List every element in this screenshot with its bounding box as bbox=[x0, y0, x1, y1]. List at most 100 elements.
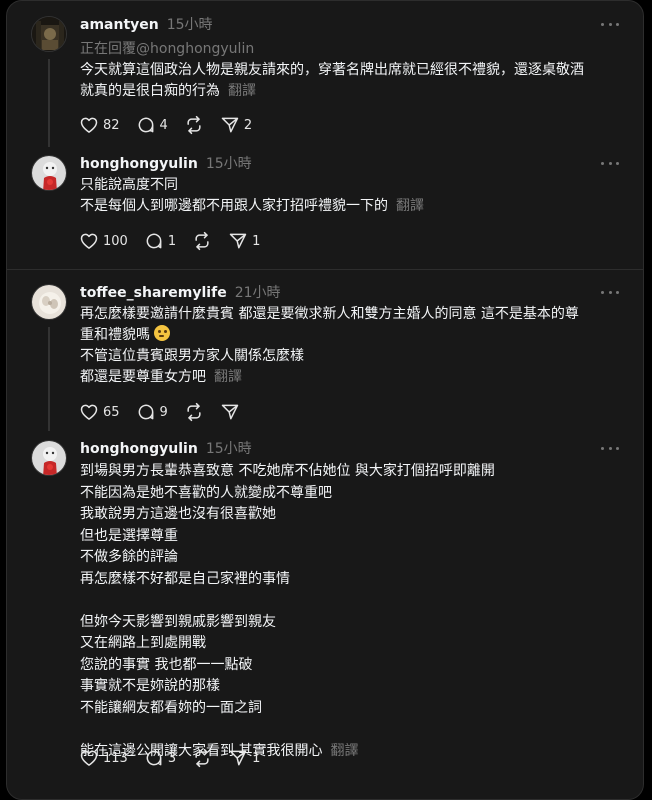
post-text-line: 不管這位貴賓跟男方家人關係怎麼樣 bbox=[80, 348, 304, 364]
post-text-line: 不做多餘的評論 bbox=[80, 549, 178, 565]
reply-count: 4 bbox=[159, 117, 168, 133]
avatar[interactable] bbox=[31, 440, 67, 476]
repost-icon bbox=[187, 402, 201, 422]
timestamp[interactable]: 15小時 bbox=[206, 438, 252, 458]
reply-button[interactable]: 9 bbox=[136, 401, 168, 423]
username[interactable]: honghongyulin bbox=[80, 156, 198, 172]
translate-link[interactable]: 翻譯 bbox=[228, 83, 256, 99]
share-count: 1 bbox=[252, 750, 261, 766]
like-count: 65 bbox=[103, 404, 120, 420]
post-text-line: 都還是要尊重女方吧 bbox=[80, 369, 206, 385]
post-text-line: 但也是選擇尊重 bbox=[80, 527, 178, 544]
share-count: 2 bbox=[243, 117, 253, 133]
post-text-line: 再怎麼樣要邀請什麼貴賓 都還是要徵求新人和雙方主婚人的同意 這不是基本的尊 bbox=[80, 306, 579, 322]
post-text-line: 就真的是很白痴的行為 bbox=[80, 83, 220, 99]
post-text-line: 重和禮貌嗎 bbox=[80, 327, 150, 343]
post-text-line: 您說的事實 我也都一一點破 bbox=[80, 656, 253, 673]
post-header: amantyen 15小時 bbox=[80, 14, 213, 34]
thread-panel: amantyen 15小時 正在回覆@honghongyulin 今天就算這個政… bbox=[6, 0, 644, 800]
like-button[interactable]: 65 bbox=[79, 401, 120, 423]
post-text-line: 不能讓網友都看妳的一面之詞 bbox=[80, 699, 262, 716]
repost-icon bbox=[195, 748, 209, 768]
timestamp[interactable]: 15小時 bbox=[167, 14, 213, 34]
translate-link[interactable]: 翻譯 bbox=[214, 369, 242, 385]
comment-icon bbox=[146, 233, 162, 249]
comment-icon bbox=[146, 750, 162, 766]
post-text-line: 但妳今天影響到親戚影響到親友 bbox=[80, 613, 276, 630]
action-bar: 65 9 bbox=[79, 401, 256, 423]
repost-button[interactable] bbox=[184, 114, 204, 136]
send-icon bbox=[229, 233, 247, 249]
post-header: honghongyulin 15小時 bbox=[80, 438, 252, 458]
like-count: 82 bbox=[103, 117, 120, 133]
post-text-line: 到場與男方長輩恭喜致意 不吃她席不佔她位 與大家打個招呼即離開 bbox=[80, 463, 495, 479]
heart-icon bbox=[80, 404, 98, 420]
more-icon[interactable] bbox=[601, 439, 619, 457]
like-count: 100 bbox=[103, 233, 128, 249]
action-bar: 82 4 2 bbox=[79, 114, 268, 136]
more-icon[interactable] bbox=[601, 15, 619, 33]
more-icon[interactable] bbox=[601, 283, 619, 301]
post-text-line: 又在網路上到處開戰 bbox=[80, 635, 206, 651]
thinking-emoji-icon bbox=[154, 325, 171, 341]
post-body: 再怎麼樣要邀請什麼貴賓 都還是要徵求新人和雙方主婚人的同意 這不是基本的尊 重和… bbox=[80, 304, 613, 388]
post-text-line: 事實就不是妳說的那樣 bbox=[80, 678, 220, 694]
comment-icon bbox=[138, 117, 153, 133]
translate-link[interactable]: 翻譯 bbox=[396, 198, 424, 214]
reply-count: 1 bbox=[167, 233, 177, 249]
post-text-line: 不是每個人到哪邊都不用跟人家打招呼禮貌一下的 bbox=[80, 198, 388, 214]
heart-icon bbox=[80, 750, 98, 766]
share-button[interactable]: 2 bbox=[220, 114, 252, 136]
thread-line bbox=[48, 327, 50, 431]
repost-icon bbox=[195, 231, 209, 251]
action-bar: 100 1 1 bbox=[79, 230, 276, 252]
share-count: 1 bbox=[252, 233, 261, 249]
translate-link[interactable]: 翻譯 bbox=[330, 743, 358, 759]
timestamp[interactable]: 15小時 bbox=[206, 153, 252, 173]
post-text-line: 再怎麼樣不好都是自己家裡的事情 bbox=[80, 570, 290, 587]
thread-line bbox=[48, 59, 50, 147]
post-text-line: 今天就算這個政治人物是親友請來的，穿著名牌出席就已經很不禮貌，還逐桌敬酒 bbox=[80, 62, 584, 78]
reply-button[interactable]: 3 bbox=[144, 747, 176, 769]
post-body: 到場與男方長輩恭喜致意 不吃她席不佔她位 與大家打個招呼即離開 不能因為是她不喜… bbox=[80, 461, 613, 762]
heart-icon bbox=[80, 117, 98, 133]
post-header: toffee_sharemylife 21小時 bbox=[80, 282, 281, 302]
post-text-line: 不能因為是她不喜歡的人就變成不尊重吧 bbox=[80, 484, 332, 501]
timestamp[interactable]: 21小時 bbox=[235, 282, 281, 302]
heart-icon bbox=[80, 233, 98, 249]
reply-to-label[interactable]: 正在回覆@honghongyulin bbox=[80, 38, 254, 58]
share-button[interactable]: 1 bbox=[228, 747, 260, 769]
like-button[interactable]: 100 bbox=[79, 230, 128, 252]
reply-count: 9 bbox=[159, 404, 168, 420]
avatar[interactable] bbox=[31, 284, 67, 320]
avatar[interactable] bbox=[31, 155, 67, 191]
avatar[interactable] bbox=[31, 16, 67, 52]
repost-button[interactable] bbox=[184, 401, 204, 423]
like-button[interactable]: 113 bbox=[79, 747, 128, 769]
comment-icon bbox=[138, 404, 153, 420]
post-body: 今天就算這個政治人物是親友請來的，穿著名牌出席就已經很不禮貌，還逐桌敬酒 就真的… bbox=[80, 60, 613, 102]
send-icon bbox=[229, 750, 247, 766]
action-bar: 113 3 1 bbox=[79, 747, 276, 769]
share-button[interactable]: 1 bbox=[228, 230, 260, 252]
reply-button[interactable]: 4 bbox=[136, 114, 168, 136]
repost-button[interactable] bbox=[192, 747, 212, 769]
username[interactable]: toffee_sharemylife bbox=[80, 285, 227, 301]
reply-count: 3 bbox=[167, 750, 177, 766]
username[interactable]: amantyen bbox=[80, 17, 159, 33]
share-button[interactable] bbox=[220, 401, 240, 423]
post-text-line: 只能說高度不同 bbox=[80, 177, 178, 193]
repost-button[interactable] bbox=[192, 230, 212, 252]
like-count: 113 bbox=[103, 750, 128, 766]
more-icon[interactable] bbox=[601, 154, 619, 172]
username[interactable]: honghongyulin bbox=[80, 441, 198, 457]
reply-button[interactable]: 1 bbox=[144, 230, 176, 252]
send-icon bbox=[221, 404, 239, 420]
post-text-line: 我敢說男方這邊也沒有很喜歡她 bbox=[80, 506, 276, 522]
like-button[interactable]: 82 bbox=[79, 114, 120, 136]
post-header: honghongyulin 15小時 bbox=[80, 153, 252, 173]
repost-icon bbox=[187, 115, 201, 135]
post-body: 只能說高度不同 不是每個人到哪邊都不用跟人家打招呼禮貌一下的 翻譯 bbox=[80, 175, 613, 217]
